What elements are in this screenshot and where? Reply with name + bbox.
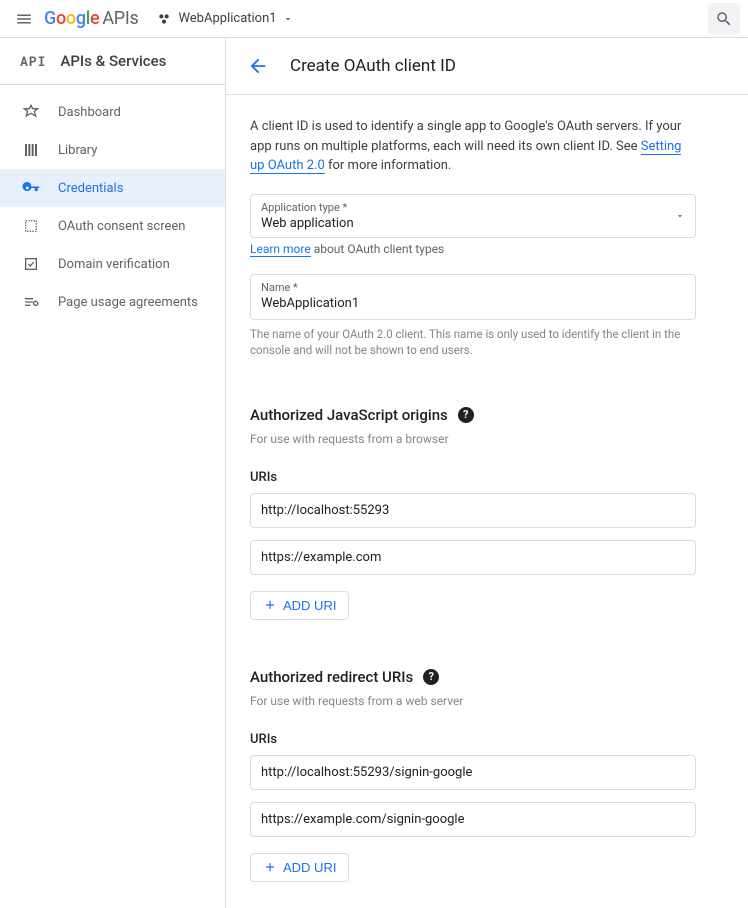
project-name: WebApplication1	[178, 11, 276, 26]
api-mark-icon: API	[20, 52, 46, 70]
js-origins-title: Authorized JavaScript origins	[250, 406, 448, 424]
js-origin-uri-input[interactable]	[250, 540, 696, 575]
sidebar-item-domain-verification[interactable]: Domain verification	[0, 245, 225, 283]
product-suffix: APIs	[102, 8, 138, 29]
consent-icon	[22, 217, 40, 235]
sidebar-item-label: Domain verification	[58, 257, 170, 272]
redirect-uris-subtitle: For use with requests from a web server	[250, 694, 696, 708]
redirect-uri-row	[250, 802, 696, 837]
plus-icon	[263, 860, 277, 874]
sidebar-item-page-usage[interactable]: Page usage agreements	[0, 283, 225, 321]
name-label: Name *	[261, 281, 685, 294]
search-button[interactable]	[708, 3, 740, 35]
dashboard-icon	[22, 103, 40, 121]
search-icon	[715, 10, 733, 28]
application-type-value: Web application	[261, 214, 685, 231]
help-icon[interactable]: ?	[458, 407, 474, 423]
intro-prefix: A client ID is used to identify a single…	[250, 119, 681, 154]
arrow-back-icon	[247, 55, 269, 77]
back-button[interactable]	[244, 52, 272, 80]
name-helper: The name of your OAuth 2.0 client. This …	[250, 326, 696, 358]
add-uri-label: ADD URI	[283, 860, 336, 875]
caret-down-icon	[675, 211, 685, 221]
sidebar: API APIs & Services Dashboard Library	[0, 38, 226, 908]
js-origin-uri-row	[250, 493, 696, 528]
plus-icon	[263, 598, 277, 612]
js-origins-subtitle: For use with requests from a browser	[250, 432, 696, 446]
add-redirect-uri-button[interactable]: ADD URI	[250, 853, 349, 882]
sidebar-item-oauth-consent[interactable]: OAuth consent screen	[0, 207, 225, 245]
project-selector[interactable]: WebApplication1	[150, 7, 298, 31]
name-field-wrapper: Name *	[250, 274, 696, 320]
sidebar-item-label: Page usage agreements	[58, 295, 198, 310]
name-input[interactable]	[261, 294, 685, 311]
redirect-uri-input[interactable]	[250, 755, 696, 790]
application-type-label: Application type *	[261, 201, 685, 214]
add-js-uri-button[interactable]: ADD URI	[250, 591, 349, 620]
sidebar-item-label: Credentials	[58, 181, 123, 196]
page-title: Create OAuth client ID	[290, 56, 456, 76]
redirect-uri-row	[250, 755, 696, 790]
sidebar-item-label: Dashboard	[58, 105, 121, 120]
google-apis-logo: Google APIs	[44, 8, 138, 29]
intro-text: A client ID is used to identify a single…	[250, 117, 696, 176]
js-origin-uri-row	[250, 540, 696, 575]
sidebar-item-credentials[interactable]: Credentials	[0, 169, 225, 207]
page-header: Create OAuth client ID	[226, 38, 748, 95]
hamburger-menu-icon[interactable]	[8, 3, 40, 35]
redirect-uris-label: URIs	[250, 732, 696, 747]
caret-down-icon	[283, 14, 293, 24]
help-icon[interactable]: ?	[423, 669, 439, 685]
project-icon	[156, 11, 172, 27]
sidebar-item-label: Library	[58, 143, 97, 158]
add-uri-label: ADD URI	[283, 598, 336, 613]
js-origin-uri-input[interactable]	[250, 493, 696, 528]
sidebar-header: API APIs & Services	[0, 38, 225, 85]
redirect-uri-input[interactable]	[250, 802, 696, 837]
application-type-select[interactable]: Application type * Web application	[250, 194, 696, 238]
sidebar-nav: Dashboard Library Credentials OAuth cons…	[0, 85, 225, 329]
sidebar-item-dashboard[interactable]: Dashboard	[0, 93, 225, 131]
settings-icon	[22, 293, 40, 311]
intro-suffix: for more information.	[325, 158, 452, 173]
key-icon	[22, 179, 40, 197]
main-content: Create OAuth client ID A client ID is us…	[226, 38, 748, 908]
sidebar-item-library[interactable]: Library	[0, 131, 225, 169]
learn-more-suffix: about OAuth client types	[311, 242, 445, 256]
learn-more-link[interactable]: Learn more	[250, 242, 311, 257]
library-icon	[22, 141, 40, 159]
js-origins-uris-label: URIs	[250, 470, 696, 485]
sidebar-title: APIs & Services	[60, 52, 166, 70]
redirect-uris-title: Authorized redirect URIs	[250, 668, 413, 686]
sidebar-item-label: OAuth consent screen	[58, 219, 185, 234]
top-bar: Google APIs WebApplication1	[0, 0, 748, 38]
app-type-learn-line: Learn more about OAuth client types	[250, 242, 696, 256]
verification-icon	[22, 255, 40, 273]
